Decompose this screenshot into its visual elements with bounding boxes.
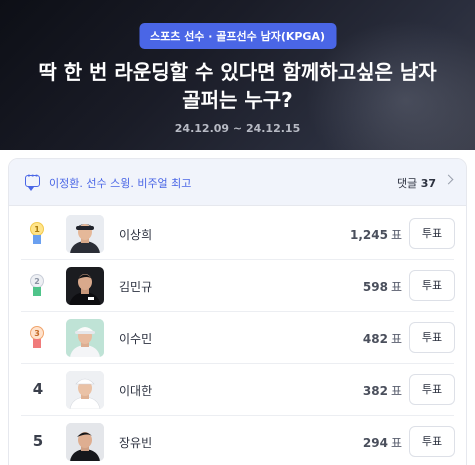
vote-button[interactable]: 투표 bbox=[409, 270, 455, 301]
poll-title: 딱 한 번 라운딩할 수 있다면 함께하고싶은 남자 골퍼는 누구? bbox=[38, 60, 437, 112]
ranking-row: 4 이대한 382 표 투표 bbox=[9, 364, 466, 416]
player-name: 이수민 bbox=[119, 332, 153, 346]
vote-button[interactable]: 투표 bbox=[409, 374, 455, 405]
bronze-medal-icon: 3 bbox=[29, 326, 46, 352]
gold-medal-icon: 1 bbox=[29, 222, 46, 248]
medal-rank-number: 3 bbox=[30, 326, 44, 340]
chevron-right-icon[interactable] bbox=[443, 174, 454, 185]
avatar bbox=[66, 371, 104, 409]
rank-number: 4 bbox=[32, 380, 44, 398]
avatar bbox=[66, 215, 104, 253]
top-comment-bar[interactable]: 이정환. 선수 스윙. 비주얼 최고 댓글 37 bbox=[9, 159, 466, 206]
hero-banner: 스포츠 선수 · 골프선수 남자(KPGA) 딱 한 번 라운딩할 수 있다면 … bbox=[0, 0, 475, 150]
ranking-row: 2 김민규 598 표 투표 bbox=[9, 260, 466, 312]
category-badge[interactable]: 스포츠 선수 · 골프선수 남자(KPGA) bbox=[139, 23, 336, 49]
ranking-row: 1 이상희 1,245 표 투표 bbox=[9, 208, 466, 260]
avatar bbox=[66, 319, 104, 357]
player-name: 이상희 bbox=[119, 228, 153, 242]
avatar bbox=[66, 423, 104, 461]
comment-count[interactable]: 댓글 37 bbox=[397, 175, 436, 191]
rank-number: 5 bbox=[32, 432, 44, 450]
vote-count: 482 표 bbox=[362, 332, 402, 346]
vote-count: 598 표 bbox=[362, 280, 402, 294]
vote-button[interactable]: 투표 bbox=[409, 322, 455, 353]
comment-count-value: 37 bbox=[420, 177, 436, 190]
player-name: 김민규 bbox=[119, 280, 153, 294]
ranking-card: 이정환. 선수 스윙. 비주얼 최고 댓글 37 1 이상희 1,245표 bbox=[8, 158, 467, 465]
player-name: 이대한 bbox=[119, 384, 153, 398]
top-comment-text: 이정환. 선수 스윙. 비주얼 최고 bbox=[49, 177, 192, 190]
poll-date-range: 24.12.09 ~ 24.12.15 bbox=[174, 122, 301, 135]
comment-icon bbox=[25, 171, 40, 191]
vote-count: 1,245 표 bbox=[349, 228, 402, 242]
comment-count-label: 댓글 bbox=[396, 177, 418, 190]
medal-rank-number: 1 bbox=[30, 222, 44, 236]
medal-rank-number: 2 bbox=[30, 274, 44, 288]
vote-count: 294 표 bbox=[362, 436, 402, 450]
vote-button[interactable]: 투표 bbox=[409, 218, 455, 249]
vote-button[interactable]: 투표 bbox=[409, 426, 455, 457]
silver-medal-icon: 2 bbox=[29, 274, 46, 300]
player-name: 장유빈 bbox=[119, 436, 153, 450]
vote-count: 382 표 bbox=[362, 384, 402, 398]
avatar bbox=[66, 267, 104, 305]
ranking-row: 3 이수민 482 표 투표 bbox=[9, 312, 466, 364]
ranking-row: 5 장유빈 294 표 투표 bbox=[9, 416, 466, 465]
